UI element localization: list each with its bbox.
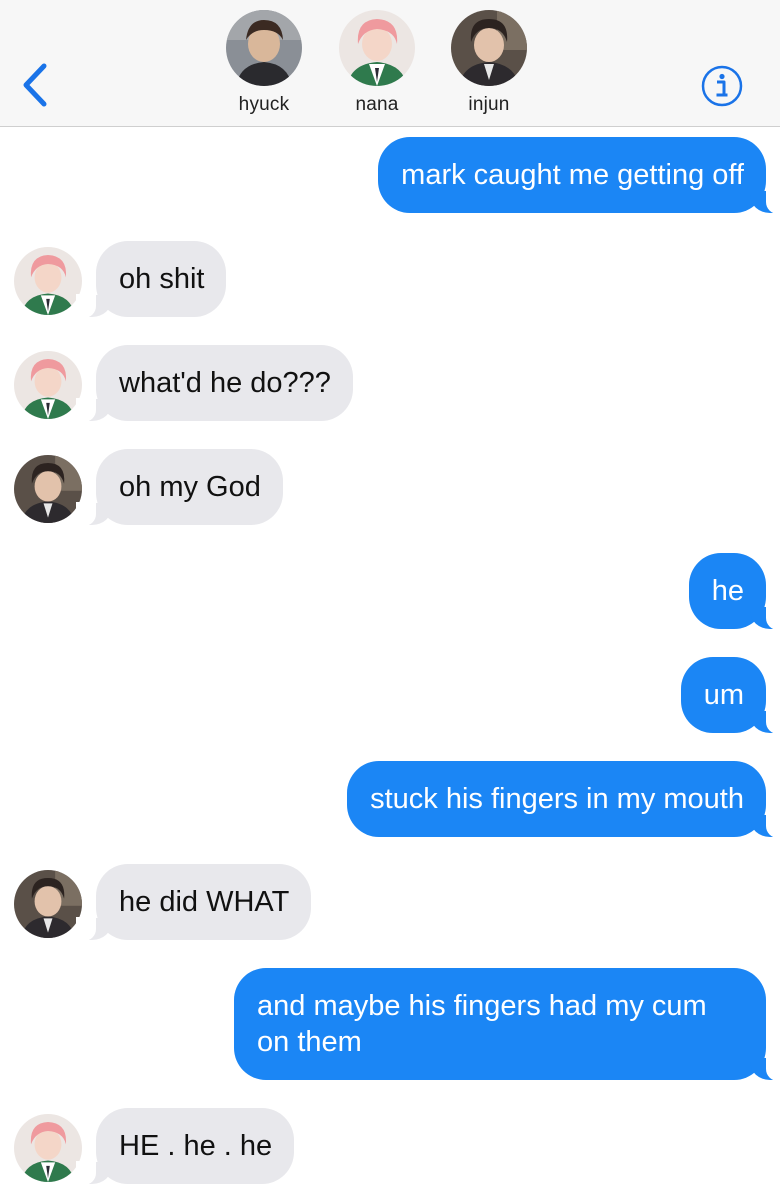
message-bubble: mark caught me getting off xyxy=(378,137,780,214)
message-outgoing[interactable]: and maybe his fingers had my cum on them xyxy=(234,968,780,1081)
avatar xyxy=(451,10,527,86)
avatar-nana[interactable] xyxy=(14,351,82,419)
message-incoming[interactable]: HE . he . he xyxy=(75,1108,295,1185)
contact-name: nana xyxy=(355,94,399,115)
message-incoming[interactable]: he did WHAT xyxy=(75,864,312,941)
contact-name: injun xyxy=(468,94,510,115)
contact-injun[interactable]: injun xyxy=(434,10,544,116)
message-bubble: he did WHAT xyxy=(75,864,312,941)
chevron-left-icon xyxy=(23,63,47,107)
message-bubble: he xyxy=(688,553,780,630)
conversation-header: hyuck nana injun xyxy=(0,0,780,127)
avatar-nana[interactable] xyxy=(14,247,82,315)
avatar-nana[interactable] xyxy=(14,1114,82,1182)
avatar xyxy=(339,10,415,86)
avatar-injun[interactable] xyxy=(14,455,82,523)
message-incoming[interactable]: oh my God xyxy=(76,449,283,526)
avatar-injun[interactable] xyxy=(14,870,82,938)
message-bubble: and maybe his fingers had my cum on them xyxy=(234,968,780,1081)
message-bubble: HE . he . he xyxy=(75,1108,295,1185)
message-incoming[interactable]: oh shit xyxy=(75,241,227,318)
message-bubble: stuck his fingers in my mouth xyxy=(347,761,780,838)
contact-hyuck[interactable]: hyuck xyxy=(209,10,319,116)
contact-nana[interactable]: nana xyxy=(322,10,432,116)
message-bubble: um xyxy=(680,657,780,734)
avatar xyxy=(226,10,302,86)
message-outgoing[interactable]: he xyxy=(688,553,780,630)
back-button[interactable] xyxy=(18,62,54,108)
info-button[interactable] xyxy=(700,64,744,108)
info-icon xyxy=(701,65,743,107)
message-bubble: oh my God xyxy=(76,449,283,526)
message-outgoing[interactable]: mark caught me getting off xyxy=(378,137,780,214)
message-bubble: oh shit xyxy=(75,241,227,318)
message-bubble: what'd he do??? xyxy=(76,345,353,422)
contact-name: hyuck xyxy=(238,94,290,115)
message-outgoing[interactable]: stuck his fingers in my mouth xyxy=(347,761,780,838)
message-incoming[interactable]: what'd he do??? xyxy=(76,345,353,422)
message-outgoing[interactable]: um xyxy=(680,657,780,734)
